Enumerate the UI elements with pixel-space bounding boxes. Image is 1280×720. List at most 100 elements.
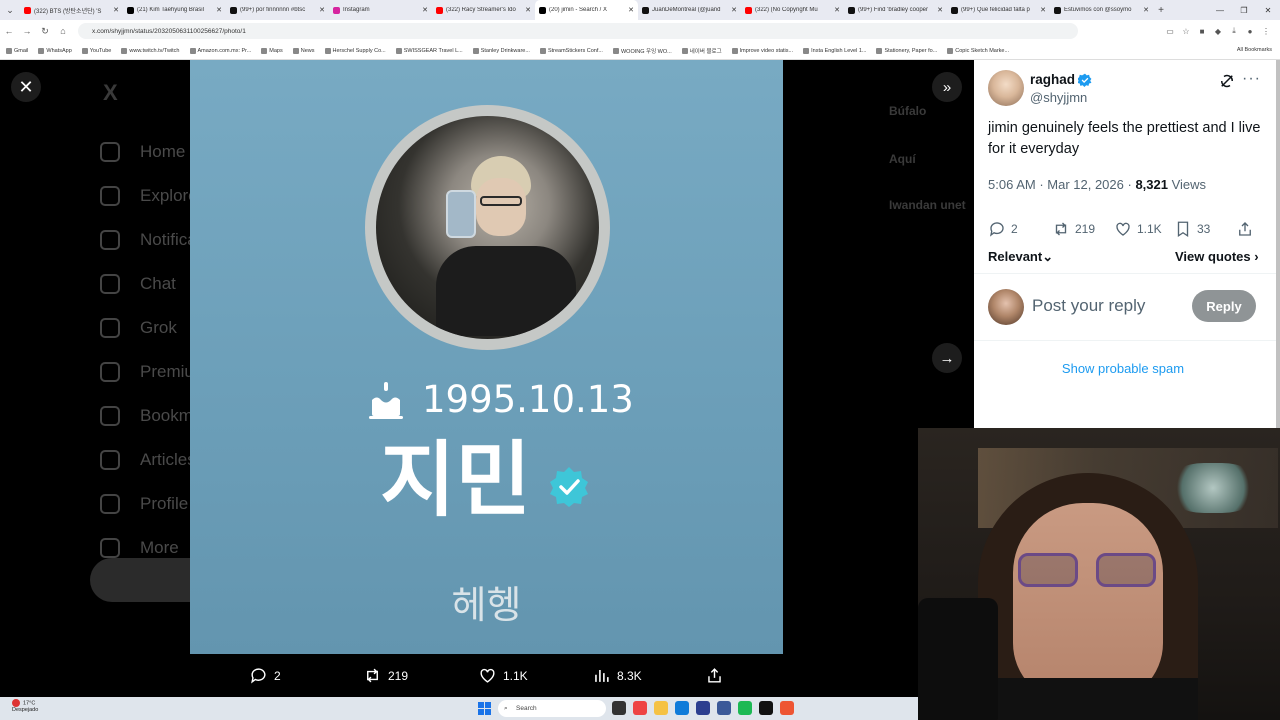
back-icon[interactable]: ← bbox=[0, 26, 18, 36]
browser-tab[interactable]: (99+) por finnnnnn #btsc ✕ bbox=[226, 0, 329, 20]
media-reply-button[interactable]: 2 bbox=[249, 654, 281, 697]
bookmark-item[interactable]: Stationery, Paper fo... bbox=[876, 47, 937, 54]
forward-icon[interactable]: → bbox=[18, 26, 36, 36]
media-image[interactable]: 1995.10.13 지민 헤헹 bbox=[190, 60, 783, 654]
tweet-views-count: 8,321 bbox=[1135, 177, 1168, 192]
bookmark-item[interactable]: Improve video statis... bbox=[731, 47, 793, 54]
more-options-icon[interactable]: ··· bbox=[1242, 70, 1261, 88]
obs-icon[interactable] bbox=[759, 701, 773, 715]
chrome-icon[interactable] bbox=[780, 701, 794, 715]
bookmark-button[interactable]: 33 bbox=[1174, 220, 1210, 238]
tab-close-icon[interactable]: ✕ bbox=[834, 6, 840, 14]
tab-close-icon[interactable]: ✕ bbox=[1040, 6, 1046, 14]
cast-icon[interactable]: ▭ bbox=[1162, 27, 1178, 36]
reply-button[interactable]: 2 bbox=[988, 220, 1018, 238]
media-views-button[interactable]: 8.3K bbox=[592, 654, 642, 697]
url-field[interactable]: x.com/shyjjmn/status/2032050631100256627… bbox=[78, 23, 1078, 39]
task-view-icon[interactable] bbox=[612, 701, 626, 715]
current-user-avatar[interactable] bbox=[988, 289, 1024, 325]
bookmark-item[interactable]: Maps bbox=[261, 47, 283, 54]
author-display-name[interactable]: raghad bbox=[1030, 72, 1075, 87]
close-window-icon[interactable]: ✕ bbox=[1256, 6, 1280, 15]
browser-tab[interactable]: (322) BTS (방탄소년단) 'S ✕ bbox=[20, 0, 123, 20]
bookmark-star-icon[interactable]: ☆ bbox=[1178, 27, 1194, 36]
browser-tab[interactable]: (99+) Que felicidad falta p ✕ bbox=[947, 0, 1050, 20]
reload-icon[interactable]: ↻ bbox=[36, 26, 54, 37]
close-media-button[interactable]: ✕ bbox=[11, 72, 41, 102]
copilot-icon[interactable] bbox=[633, 701, 647, 715]
download-icon[interactable]: ⤓ bbox=[1226, 26, 1242, 36]
bookmark-item[interactable]: WOOING 우잉 WO... bbox=[612, 47, 672, 55]
reply-submit-button[interactable]: Reply bbox=[1192, 290, 1256, 322]
extensions-puzzle-icon[interactable]: ◆ bbox=[1210, 27, 1226, 36]
tab-close-icon[interactable]: ✕ bbox=[113, 6, 119, 14]
browser-menu-icon[interactable]: ⋮ bbox=[1258, 27, 1274, 36]
panel-scrollbar[interactable] bbox=[1276, 60, 1280, 430]
view-quotes-link[interactable]: View quotes › bbox=[1175, 249, 1259, 264]
bookmark-item[interactable]: News bbox=[292, 47, 315, 54]
repost-button[interactable]: 219 bbox=[1052, 220, 1095, 238]
author-handle[interactable]: @shyjjmn bbox=[1030, 90, 1087, 105]
bookmark-item[interactable]: SWISSGEAR Travel L... bbox=[395, 47, 463, 54]
tab-close-icon[interactable]: ✕ bbox=[1143, 6, 1149, 14]
bookmark-item[interactable]: YouTube bbox=[81, 47, 111, 54]
profile-avatar-icon[interactable]: ● bbox=[1242, 27, 1258, 36]
bookmark-item[interactable]: StreamStickers Conf... bbox=[539, 47, 603, 54]
tweet-date[interactable]: Mar 12, 2026 bbox=[1047, 177, 1124, 192]
reply-input[interactable]: Post your reply bbox=[1032, 296, 1145, 316]
browser-tab[interactable]: Estuvimos con @ssoymo ✕ bbox=[1050, 0, 1153, 20]
home-icon[interactable]: ⌂ bbox=[54, 26, 72, 36]
bookmark-item[interactable]: 네이버 블로그 bbox=[681, 47, 722, 55]
bookmark-item[interactable]: Copic Sketch Marke... bbox=[947, 47, 1009, 54]
maximize-icon[interactable]: ❐ bbox=[1232, 6, 1256, 15]
show-probable-spam-link[interactable]: Show probable spam bbox=[974, 361, 1272, 376]
media-share-button[interactable] bbox=[705, 654, 730, 697]
author-name-row[interactable]: raghad bbox=[1030, 72, 1092, 87]
bookmark-item[interactable]: Gmail bbox=[6, 47, 28, 54]
tweet-actions: 2 219 1.1K 33 bbox=[988, 220, 1268, 240]
all-bookmarks[interactable]: All Bookmarks bbox=[1237, 47, 1272, 53]
browser-tab[interactable]: JuanDeMontreal (@juand ✕ bbox=[638, 0, 741, 20]
browser-tab[interactable]: (322) (No Copyright Mu ✕ bbox=[741, 0, 844, 20]
bookmark-item[interactable]: WhatsApp bbox=[38, 47, 72, 54]
tab-close-icon[interactable]: ✕ bbox=[216, 6, 222, 14]
tab-close-icon[interactable]: ✕ bbox=[628, 6, 634, 14]
windows-start-icon[interactable] bbox=[478, 702, 491, 715]
taskbar-search[interactable]: ⌕ Search bbox=[498, 700, 606, 717]
browser-tab[interactable]: Instagram ✕ bbox=[329, 0, 432, 20]
bookmark-item[interactable]: Amazon.com.mx: Pr... bbox=[189, 47, 251, 54]
like-button[interactable]: 1.1K bbox=[1114, 220, 1162, 238]
minimize-icon[interactable]: — bbox=[1208, 6, 1232, 15]
browser-tab[interactable]: (322) Racy Streamer's Ido ✕ bbox=[432, 0, 535, 20]
app-icon[interactable] bbox=[717, 701, 731, 715]
weather-widget[interactable]: 17°C Despejado bbox=[12, 699, 38, 714]
tab-search-chevron-icon[interactable]: ⌄ bbox=[0, 5, 20, 16]
tweet-time[interactable]: 5:06 AM bbox=[988, 177, 1036, 192]
share-button[interactable] bbox=[1236, 220, 1259, 238]
extension-icon[interactable]: ■ bbox=[1194, 27, 1210, 36]
tab-close-icon[interactable]: ✕ bbox=[937, 6, 943, 14]
tab-close-icon[interactable]: ✕ bbox=[319, 6, 325, 14]
bookmark-item[interactable]: Herschel Supply Co... bbox=[324, 47, 386, 54]
tab-close-icon[interactable]: ✕ bbox=[422, 6, 428, 14]
bookmark-item[interactable]: Insta English Level 1... bbox=[803, 47, 866, 54]
file-explorer-icon[interactable] bbox=[654, 701, 668, 715]
bookmark-item[interactable]: www.twitch.tv/Twitch bbox=[121, 47, 180, 54]
bookmark-item[interactable]: Stanley Drinkware... bbox=[472, 47, 530, 54]
grok-icon[interactable] bbox=[1218, 72, 1236, 90]
author-avatar[interactable] bbox=[988, 70, 1024, 106]
media-repost-button[interactable]: 219 bbox=[363, 654, 408, 697]
tab-close-icon[interactable]: ✕ bbox=[525, 6, 531, 14]
tab-close-icon[interactable]: ✕ bbox=[731, 6, 737, 14]
new-tab-button[interactable]: + bbox=[1153, 5, 1169, 16]
browser-tab[interactable]: (21) Kim Taehyung Brasil ✕ bbox=[123, 0, 226, 20]
store-icon[interactable] bbox=[696, 701, 710, 715]
spotify-icon[interactable] bbox=[738, 701, 752, 715]
media-like-button[interactable]: 1.1K bbox=[478, 654, 528, 697]
browser-tab[interactable]: (99+) Find 'bradley cooper ✕ bbox=[844, 0, 947, 20]
collapse-panel-button[interactable]: » bbox=[932, 72, 962, 102]
edge-icon[interactable] bbox=[675, 701, 689, 715]
next-media-button[interactable]: → bbox=[932, 343, 962, 373]
browser-tab[interactable]: (20) jimin - Search / X ✕ bbox=[535, 0, 638, 20]
sort-replies-dropdown[interactable]: Relevant⌄ bbox=[988, 249, 1053, 265]
